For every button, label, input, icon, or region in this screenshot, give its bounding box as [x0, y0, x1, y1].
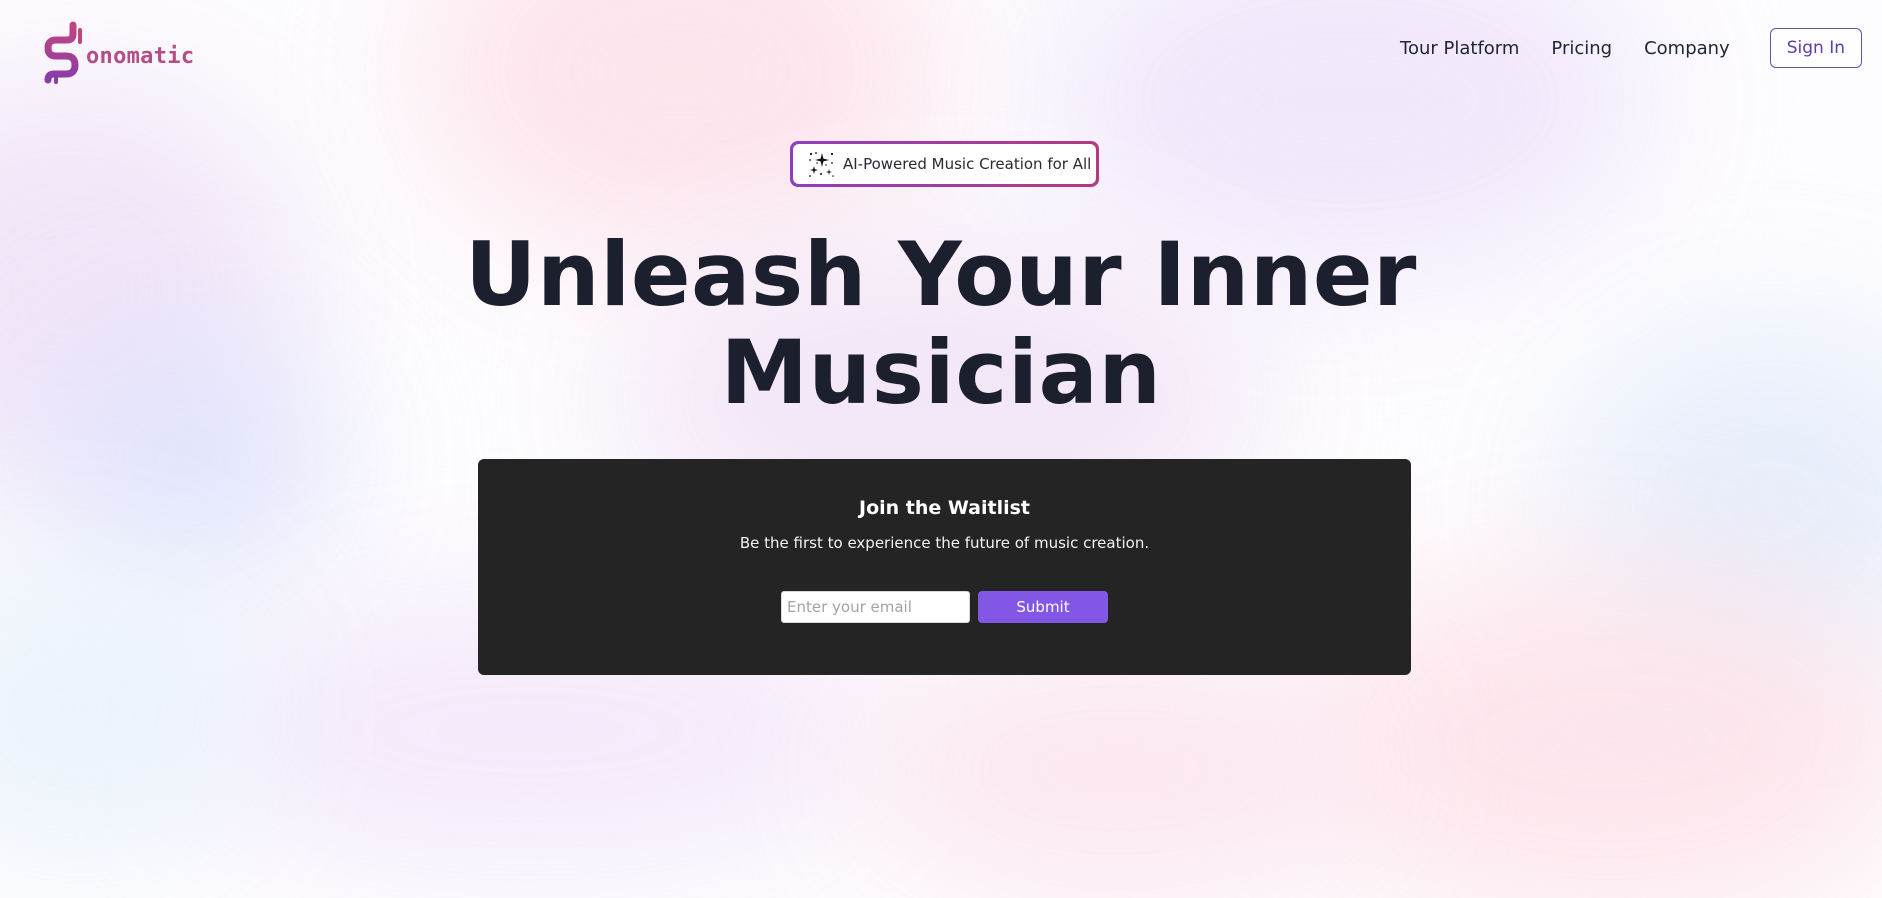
- waitlist-card: Join the Waitlist Be the first to experi…: [478, 459, 1411, 675]
- hero-headline-line-1: Unleash Your Inner: [465, 223, 1417, 326]
- nav-link-tour-platform[interactable]: Tour Platform: [1400, 38, 1519, 59]
- sign-in-button[interactable]: Sign In: [1769, 28, 1862, 68]
- email-input[interactable]: [781, 591, 970, 623]
- brand-logo[interactable]: onomatic: [42, 20, 194, 84]
- announcement-badge-text: AI-Powered Music Creation for All: [843, 155, 1092, 173]
- hero-headline: Unleash Your Inner Musician: [0, 226, 1882, 422]
- brand-name: onomatic: [86, 43, 195, 69]
- landing-page: onomatic Tour Platform Pricing Company S…: [0, 0, 1882, 898]
- squiggle-s-logo-icon: [44, 21, 82, 84]
- sparkles-icon: [809, 152, 834, 177]
- waitlist-subtitle: Be the first to experience the future of…: [739, 534, 1150, 552]
- announcement-badge-inner: AI-Powered Music Creation for All: [793, 144, 1096, 184]
- nav-link-company[interactable]: Company: [1644, 38, 1730, 59]
- hero-headline-line-2: Musician: [720, 321, 1162, 424]
- waitlist-title: Join the Waitlist: [859, 497, 1030, 519]
- nav-link-pricing[interactable]: Pricing: [1551, 38, 1612, 59]
- submit-button[interactable]: Submit: [978, 591, 1108, 623]
- top-nav: Tour Platform Pricing Company Sign In: [1400, 28, 1862, 68]
- announcement-badge: AI-Powered Music Creation for All: [790, 141, 1099, 187]
